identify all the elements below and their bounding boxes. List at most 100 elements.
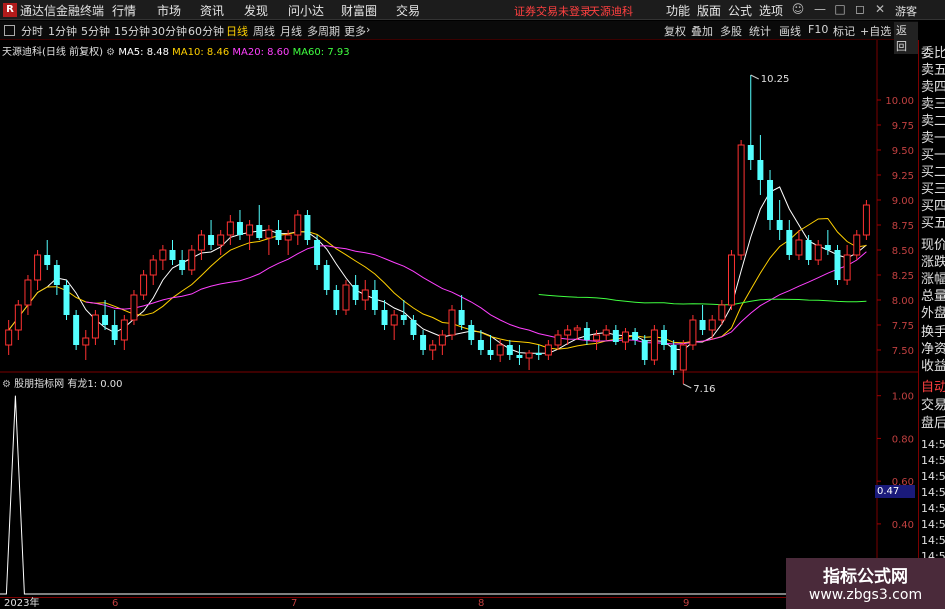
candle-body-up xyxy=(120,319,128,341)
candle-body-down xyxy=(111,325,118,340)
candle-body-up xyxy=(718,304,726,321)
candle-body-down xyxy=(400,315,407,320)
period-weekly[interactable]: 周线 xyxy=(253,23,275,39)
tool-mark[interactable]: 标记 xyxy=(833,23,855,39)
tool-adjust[interactable]: 复权 xyxy=(664,23,686,39)
period-60min[interactable]: 60分钟 xyxy=(188,23,224,39)
candle-body-up xyxy=(5,329,13,346)
label-auto[interactable]: 自动 xyxy=(921,380,945,396)
candle-body-down xyxy=(757,160,764,180)
candle-body-down xyxy=(410,320,417,335)
settings-icon[interactable]: ⚙ xyxy=(106,47,115,58)
tool-add-favorite[interactable]: +自选 xyxy=(860,23,891,39)
period-timeshare[interactable]: 分时 xyxy=(21,23,43,39)
candle-body-down xyxy=(767,180,774,220)
annotation-label: 10.25 xyxy=(761,74,790,85)
candle-body-down xyxy=(53,265,60,285)
candle-body-up xyxy=(188,249,196,271)
candle-body-down xyxy=(420,335,427,350)
candle-body-down xyxy=(468,325,475,340)
date-tick: 8 xyxy=(478,598,485,609)
tool-f10[interactable]: F10 xyxy=(808,23,828,36)
candle-body-down xyxy=(256,225,263,238)
maximize-icon[interactable]: □ xyxy=(832,2,848,17)
candle-body-up xyxy=(602,329,610,336)
candle-body-up xyxy=(342,284,350,311)
candle-body-down xyxy=(275,230,282,240)
current-stock-name: 天源迪科 xyxy=(589,5,633,18)
candle-body-up xyxy=(284,234,292,241)
label-after-hours: 盘后 xyxy=(921,416,945,431)
menu-ask[interactable]: 问小达 xyxy=(288,2,324,19)
candle-body-up xyxy=(679,344,687,371)
quote-panel: 委比 卖五 卖四 卖三 卖二 卖一 买一 买二 买三 买四 买五 现价 涨跌 涨… xyxy=(918,40,945,609)
candle-body-down xyxy=(805,240,812,260)
chart-canvas[interactable]: 10.25 7.16 10.00 9.75 9.50 9.25 9.00 8.75 8.50 8… xyxy=(0,40,918,597)
candle-body-up xyxy=(140,274,148,296)
menu-function[interactable]: 功能 xyxy=(666,2,690,19)
period-1min[interactable]: 1分钟 xyxy=(48,23,77,39)
label-buy4: 买四 xyxy=(921,199,945,214)
restore-icon[interactable]: ◻ xyxy=(852,2,868,17)
label-volume: 总量 xyxy=(921,289,945,304)
menu-quotes[interactable]: 行情 xyxy=(112,2,136,19)
tool-draw[interactable]: 画线 xyxy=(779,23,801,39)
ma5-label: MA5: 8.48 xyxy=(118,47,169,58)
candle-body-up xyxy=(727,254,735,306)
price-tick-label: 10.00 xyxy=(885,96,914,107)
menu-wealth[interactable]: 财富圈 xyxy=(341,2,377,19)
candle-body-up xyxy=(573,327,581,331)
candle-body-up xyxy=(91,314,99,339)
period-toolbar: 分时 1分钟 5分钟 15分钟 30分钟 60分钟 日线 周线 月线 多周期 更… xyxy=(0,21,918,54)
candle-body-down xyxy=(834,250,841,280)
period-monthly[interactable]: 月线 xyxy=(280,23,302,39)
candle-body-down xyxy=(381,310,388,325)
candle-body-up xyxy=(862,204,870,236)
menu-news[interactable]: 资讯 xyxy=(200,2,224,19)
close-icon[interactable]: ✕ xyxy=(872,2,888,17)
price-tick-label: 9.75 xyxy=(892,121,914,132)
settings-icon[interactable]: ⚙ xyxy=(2,379,11,390)
price-tick-label: 8.75 xyxy=(892,221,914,232)
menu-options[interactable]: 选项 xyxy=(759,2,783,19)
period-15min[interactable]: 15分钟 xyxy=(114,23,150,39)
period-5min[interactable]: 5分钟 xyxy=(81,23,110,39)
sub-indicator xyxy=(0,395,877,595)
chart-annotations: 10.25 7.16 xyxy=(683,74,789,395)
tick-time: 14:56 xyxy=(921,438,945,451)
candle-body-up xyxy=(159,249,167,261)
chevron-right-icon[interactable]: › xyxy=(366,23,370,36)
panel-toggle-icon[interactable] xyxy=(4,25,15,36)
date-tick: 2023年 xyxy=(4,598,40,609)
menu-formula[interactable]: 公式 xyxy=(728,2,752,19)
candle-body-down xyxy=(516,355,523,358)
guest-label[interactable]: 游客 xyxy=(895,3,917,19)
sub-tick-label: 0.80 xyxy=(892,434,914,445)
tool-overlay[interactable]: 叠加 xyxy=(691,23,713,39)
main-legend: 天源迪科(日线 前复权) ⚙ MA5: 8.48 MA10: 8.46 MA20… xyxy=(2,43,350,58)
login-status[interactable]: 证券交易未登录 xyxy=(514,3,591,19)
tool-multistock[interactable]: 多股 xyxy=(720,23,742,39)
menu-market[interactable]: 市场 xyxy=(157,2,181,19)
label-outer: 外盘 xyxy=(921,306,945,321)
label-sell1: 卖一 xyxy=(921,131,945,146)
menu-discover[interactable]: 发现 xyxy=(244,2,268,19)
candle-body-up xyxy=(496,344,504,356)
label-sell5: 卖五 xyxy=(921,63,945,78)
candle-body-down xyxy=(632,332,639,340)
menu-trade[interactable]: 交易 xyxy=(396,2,420,19)
period-30min[interactable]: 30分钟 xyxy=(151,23,187,39)
period-more[interactable]: 更多 xyxy=(344,23,366,39)
period-daily[interactable]: 日线 xyxy=(226,23,248,39)
minimize-icon[interactable]: — xyxy=(812,2,828,17)
candle-body-down xyxy=(699,320,706,330)
period-multi[interactable]: 多周期 xyxy=(307,23,340,39)
candle-body-down xyxy=(333,290,340,310)
user-icon[interactable]: ☺ xyxy=(790,2,806,17)
menu-layout[interactable]: 版面 xyxy=(697,2,721,19)
candle-body-up xyxy=(14,304,22,331)
date-tick: 9 xyxy=(683,598,690,609)
candle-body-down xyxy=(583,328,590,340)
tool-stats[interactable]: 统计 xyxy=(749,23,771,39)
candle-body-up xyxy=(525,352,533,359)
